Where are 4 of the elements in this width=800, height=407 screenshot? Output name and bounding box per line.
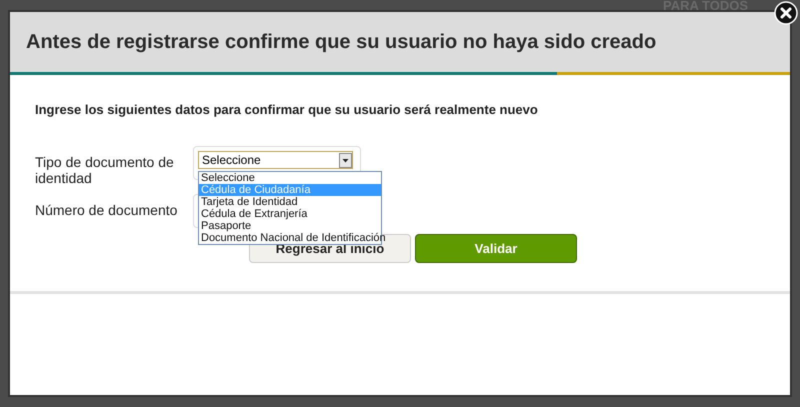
- field-label: Número de documento: [35, 201, 178, 218]
- field-label: Tipo de documento de identidad: [35, 153, 175, 186]
- instructions-text: Ingrese los siguientes datos para confirmar que su usuario será realmente nuevo: [35, 102, 539, 117]
- dialog-title: Antes de registrarse confirme que su usuario no haya sido creado: [26, 30, 656, 54]
